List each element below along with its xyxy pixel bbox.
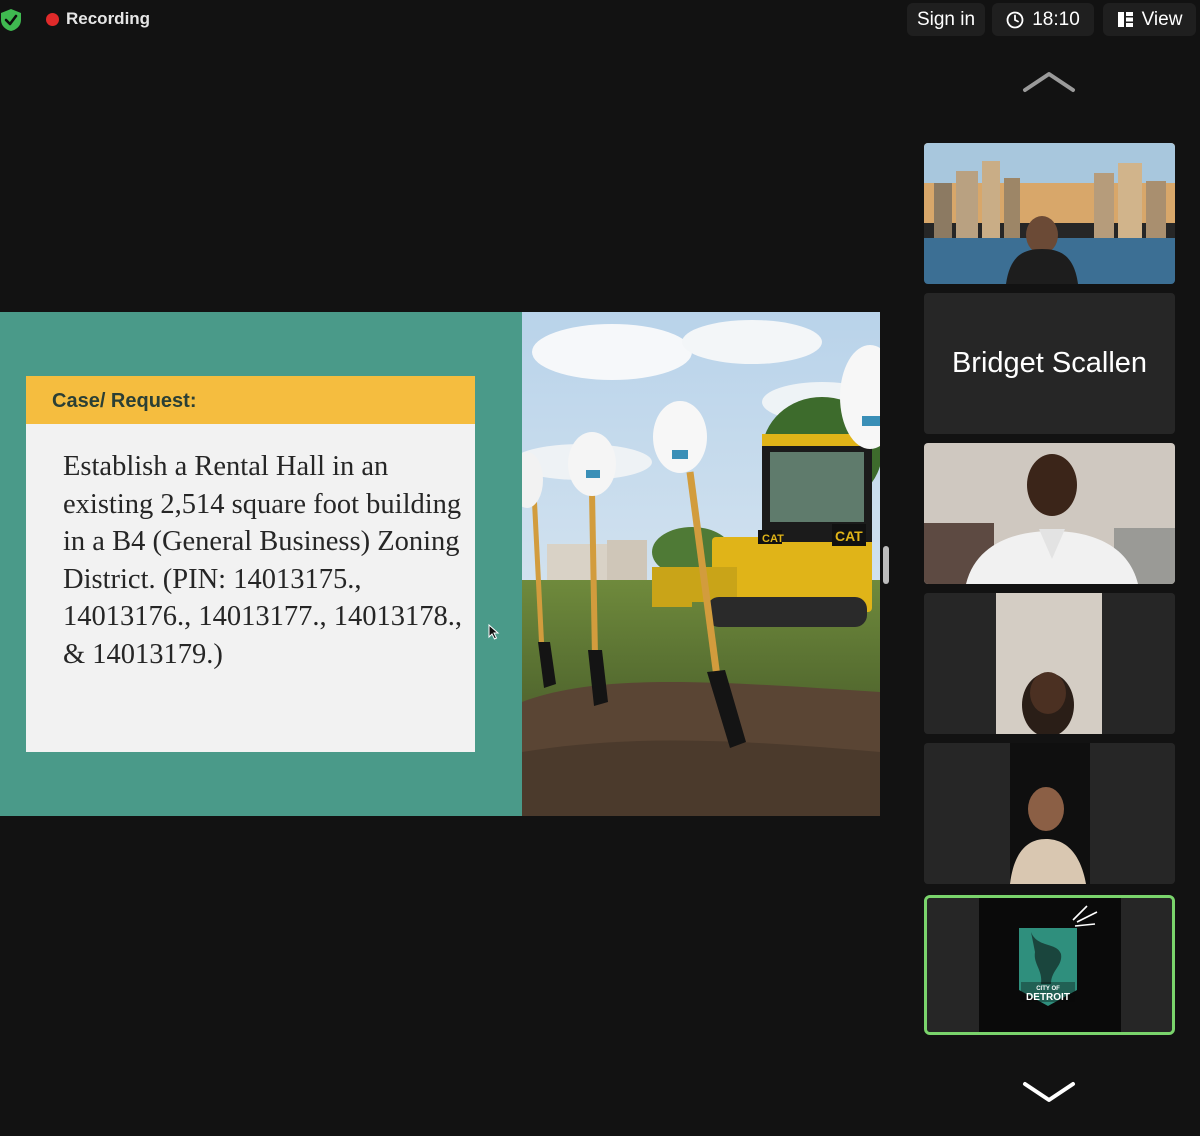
case-request-title: Case/ Request: [52, 390, 197, 412]
recording-dot-icon [46, 12, 59, 26]
meeting-time[interactable]: 18:10 [992, 3, 1094, 36]
sign-in-label: Sign in [916, 8, 976, 30]
participant-video [924, 143, 1175, 284]
case-request-body: Establish a Rental Hall in an existing 2… [26, 424, 475, 752]
clock-icon [1006, 11, 1024, 28]
participant-video [924, 593, 1175, 734]
participant-tile-active-speaker[interactable]: CITY OF DETROIT [924, 895, 1175, 1035]
city-of-detroit-logo: CITY OF DETROIT [927, 898, 1172, 1032]
participant-name: Bridget Scallen [951, 347, 1148, 379]
view-icon [1117, 12, 1133, 27]
cat-label: CAT [835, 528, 863, 544]
shared-screen-slide: Case/ Request: Establish a Rental Hall i… [0, 312, 880, 816]
participant-video [924, 443, 1175, 584]
view-button[interactable]: View [1103, 3, 1196, 36]
participant-tile[interactable] [924, 593, 1175, 734]
recording-label: Recording [66, 9, 151, 28]
chevron-up-icon[interactable] [1021, 70, 1077, 94]
logo-text: DETROIT [1026, 992, 1070, 1003]
sign-in-button[interactable]: Sign in [907, 3, 985, 36]
top-bar: Recording Sign in 18:10 View [0, 0, 1200, 40]
cursor-icon [488, 624, 500, 640]
time-label: 18:10 [1032, 8, 1080, 30]
participant-video [924, 743, 1175, 884]
groundbreaking-photo: CAT CAT [522, 312, 880, 816]
case-request-text: Establish a Rental Hall in an existing 2… [63, 451, 462, 670]
recording-indicator[interactable]: Recording [46, 8, 150, 30]
chevron-down-icon[interactable] [1021, 1080, 1077, 1104]
shield-icon[interactable] [0, 8, 22, 32]
slide-scroll-handle[interactable] [883, 546, 889, 584]
slide-text-panel: Case/ Request: Establish a Rental Hall i… [0, 312, 522, 816]
participant-tile[interactable] [924, 443, 1175, 584]
participant-tile[interactable] [924, 143, 1175, 284]
cat-label: CAT [762, 533, 784, 545]
participant-tile[interactable]: Bridget Scallen [924, 293, 1175, 434]
case-request-header: Case/ Request: [26, 376, 475, 424]
view-label: View [1141, 8, 1183, 30]
participant-tile[interactable] [924, 743, 1175, 884]
